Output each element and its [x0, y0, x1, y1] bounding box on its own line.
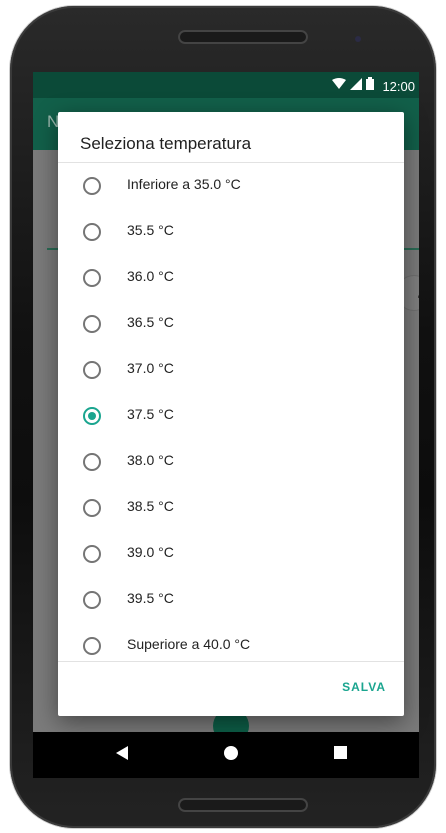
recents-button[interactable]: [329, 744, 351, 766]
temperature-option-label: Inferiore a 35.0 °C: [127, 176, 241, 192]
temperature-option-label: 35.5 °C: [127, 222, 174, 238]
radio-unchecked-icon[interactable]: [83, 315, 101, 333]
radio-unchecked-icon[interactable]: [83, 223, 101, 241]
radio-unchecked-icon[interactable]: [83, 269, 101, 287]
temperature-option[interactable]: 39.0 °C: [58, 531, 404, 577]
temperature-option[interactable]: 36.0 °C: [58, 255, 404, 301]
temperature-option[interactable]: Inferiore a 35.0 °C: [58, 163, 404, 209]
temperature-option-label: Superiore a 40.0 °C: [127, 636, 251, 652]
recents-icon: [333, 746, 347, 764]
dialog-title: Seleziona temperatura: [80, 134, 252, 153]
status-time: 12:00: [382, 78, 415, 94]
radio-unchecked-icon[interactable]: [83, 637, 101, 655]
temperature-options-list[interactable]: Inferiore a 35.0 °C 35.5 °C 36.0 °C 36.5 °C…: [58, 163, 404, 661]
navigation-bar: [33, 732, 419, 778]
edit-icon: [417, 286, 419, 304]
temperature-option-label: 37.5 °C: [127, 406, 174, 422]
temperature-option-label: 37.0 °C: [127, 360, 174, 376]
temperature-option-label: 36.0 °C: [127, 268, 174, 284]
signal-icon: [350, 77, 363, 95]
back-icon: [115, 745, 129, 766]
temperature-option[interactable]: 37.5 °C: [58, 393, 404, 439]
temperature-option[interactable]: 36.5 °C: [58, 301, 404, 347]
radio-checked-icon[interactable]: [83, 407, 101, 425]
home-icon: [224, 745, 238, 765]
home-button[interactable]: [220, 744, 242, 766]
wifi-icon: [332, 77, 347, 95]
temperature-option[interactable]: 38.0 °C: [58, 439, 404, 485]
temperature-option[interactable]: 35.5 °C: [58, 209, 404, 255]
front-camera: [355, 36, 361, 42]
temperature-dialog: Seleziona temperatura Inferiore a 35.0 °…: [58, 112, 404, 716]
temperature-option[interactable]: 39.5 °C: [58, 577, 404, 623]
radio-unchecked-icon[interactable]: [83, 361, 101, 379]
radio-unchecked-icon[interactable]: [83, 499, 101, 517]
battery-icon: [366, 77, 375, 95]
temperature-option[interactable]: Superiore a 40.0 °C: [58, 623, 404, 661]
back-button[interactable]: [111, 744, 133, 766]
temperature-option-label: 38.0 °C: [127, 452, 174, 468]
radio-unchecked-icon[interactable]: [83, 545, 101, 563]
radio-unchecked-icon[interactable]: [83, 453, 101, 471]
radio-unchecked-icon[interactable]: [83, 177, 101, 195]
dialog-divider-bottom: [58, 661, 404, 662]
status-icons: 12:00: [332, 77, 415, 95]
temperature-option[interactable]: 37.0 °C: [58, 347, 404, 393]
temperature-option[interactable]: 38.5 °C: [58, 485, 404, 531]
temperature-option-label: 39.5 °C: [127, 590, 174, 606]
temperature-option-label: 38.5 °C: [127, 498, 174, 514]
status-bar: 12:00: [33, 72, 419, 98]
radio-unchecked-icon[interactable]: [83, 591, 101, 609]
top-speaker: [178, 30, 308, 44]
save-button[interactable]: SALVA: [342, 680, 386, 694]
temperature-option-label: 36.5 °C: [127, 314, 174, 330]
bottom-speaker: [178, 798, 308, 812]
temperature-option-label: 39.0 °C: [127, 544, 174, 560]
